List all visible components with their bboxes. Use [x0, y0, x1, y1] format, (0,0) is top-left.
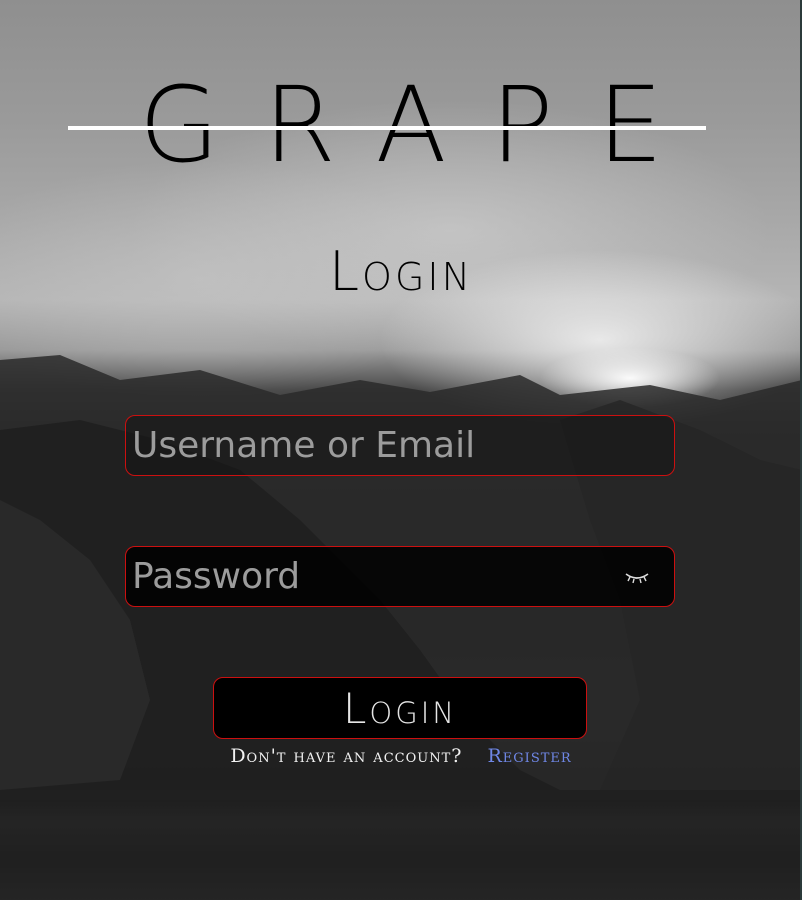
signup-prompt: Don't have an account?	[230, 745, 463, 767]
username-field-wrapper	[125, 415, 675, 476]
brand-logo: GRAPE	[0, 70, 802, 180]
password-input[interactable]	[126, 547, 674, 606]
brand-strike-line	[68, 126, 706, 130]
eye-closed-icon[interactable]	[624, 569, 650, 585]
username-input[interactable]	[126, 416, 674, 475]
login-button[interactable]: Login	[213, 677, 587, 739]
password-field-wrapper	[125, 546, 675, 607]
page-title: Login	[328, 240, 474, 303]
register-link[interactable]: Register	[488, 745, 572, 767]
brand-name: GRAPE	[138, 64, 708, 186]
signup-prompt-row: Don't have an account? Register	[0, 745, 802, 767]
